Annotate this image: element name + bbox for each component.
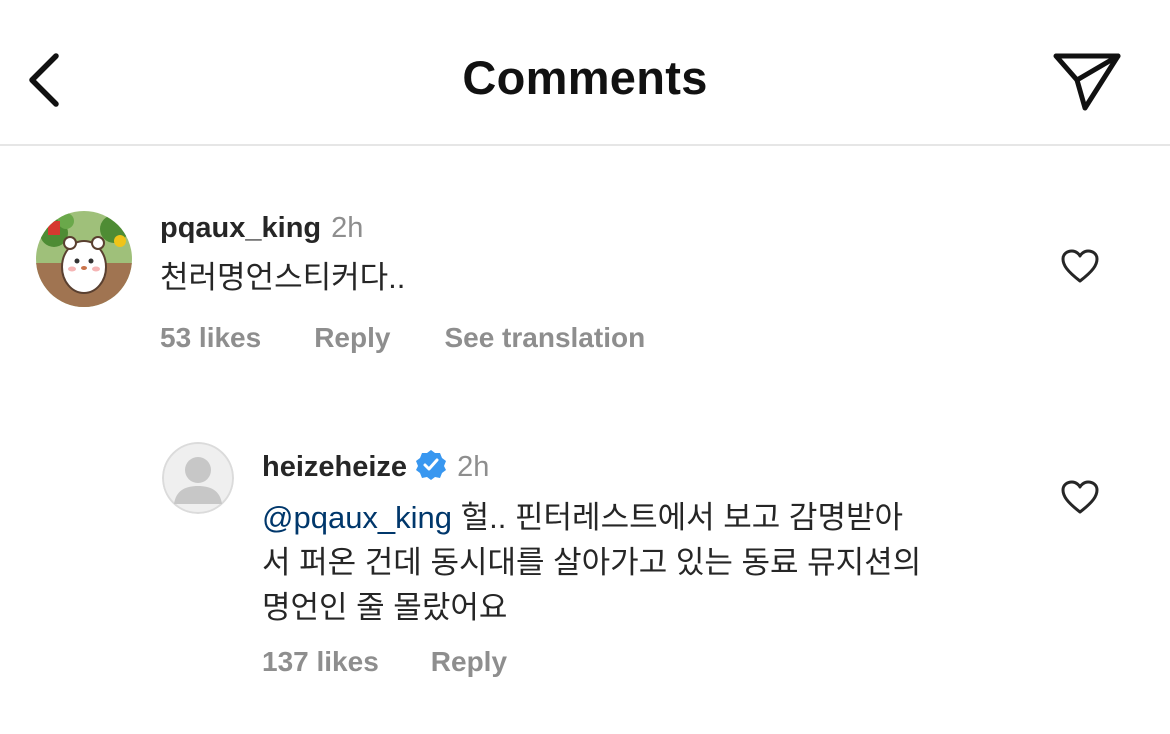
heart-icon (1061, 480, 1099, 514)
likes-count[interactable]: 53 likes (160, 322, 261, 353)
header-bar: Comments (0, 0, 1170, 146)
avatar[interactable] (36, 211, 132, 307)
comment-text: 천러명언스티커다.. (160, 260, 406, 295)
like-button[interactable] (1060, 248, 1100, 284)
heart-icon (1061, 249, 1099, 283)
reply-username[interactable]: heizeheize 2h (262, 449, 489, 484)
page-title: Comments (462, 51, 708, 104)
reply-actions: 137 likes Reply (262, 646, 507, 678)
reply-timestamp: 2h (457, 451, 490, 483)
paper-plane-icon (1053, 53, 1121, 111)
verified-badge-icon (416, 450, 447, 480)
like-button[interactable] (1060, 479, 1100, 515)
reply-button[interactable]: Reply (314, 322, 390, 353)
mention-link[interactable]: @pqaux_king (262, 500, 452, 535)
reply-text: @pqaux_king 헐.. 핀터레스트에서 보고 감명받아 서 퍼온 건데 … (262, 500, 922, 625)
share-button[interactable] (1048, 46, 1124, 116)
comment-timestamp: 2h (331, 212, 364, 244)
see-translation-button[interactable]: See translation (444, 322, 645, 353)
avatar[interactable] (162, 442, 234, 514)
comment-username[interactable]: pqaux_king 2h (160, 212, 363, 245)
likes-count[interactable]: 137 likes (262, 646, 379, 677)
reply-button[interactable]: Reply (431, 646, 507, 677)
comment-actions: 53 likes Reply See translation (160, 322, 645, 354)
